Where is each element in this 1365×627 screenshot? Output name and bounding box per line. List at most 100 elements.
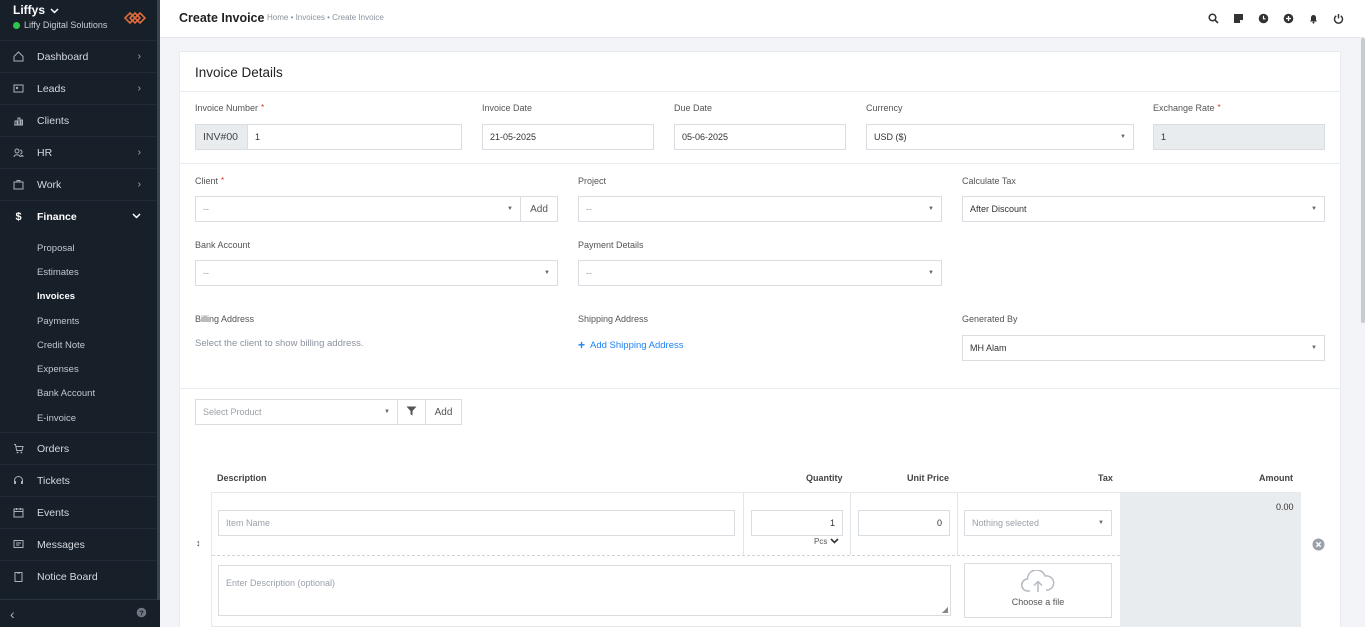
project-select[interactable]: -- ▼ bbox=[578, 196, 942, 222]
sidebar-item-label: Orders bbox=[37, 442, 70, 455]
add-circle-icon[interactable] bbox=[1282, 12, 1295, 25]
chevron-down-icon bbox=[50, 3, 59, 17]
project-value: -- bbox=[586, 204, 592, 214]
power-icon[interactable] bbox=[1332, 12, 1345, 25]
resize-handle-icon[interactable]: ◢ bbox=[942, 605, 948, 614]
add-shipping-address-text: Add Shipping Address bbox=[590, 339, 684, 351]
search-icon[interactable] bbox=[1207, 12, 1220, 25]
work-icon bbox=[13, 179, 24, 190]
chevron-right-icon: › bbox=[137, 179, 141, 190]
hr-icon bbox=[13, 147, 24, 158]
clipboard-icon bbox=[13, 571, 24, 583]
add-shipping-address-link[interactable]: + Add Shipping Address bbox=[578, 338, 684, 352]
unit-select[interactable]: Pcs bbox=[814, 537, 839, 546]
unit-price-input[interactable]: 0 bbox=[858, 510, 950, 536]
invoice-number-label: Invoice Number * bbox=[195, 103, 264, 113]
sidebar-sub-bank-account[interactable]: Bank Account bbox=[0, 382, 157, 406]
due-date-input[interactable]: 05-06-2025 bbox=[674, 124, 846, 150]
breadcrumb[interactable]: Home • Invoices • Create Invoice bbox=[267, 13, 384, 22]
client-select[interactable]: -- ▼ bbox=[195, 196, 521, 222]
sidebar-item-tickets[interactable]: Tickets bbox=[0, 464, 157, 496]
sidebar-sub-expenses[interactable]: Expenses bbox=[0, 357, 157, 381]
client-label-text: Client bbox=[195, 176, 219, 186]
sidebar-sub-estimates[interactable]: Estimates bbox=[0, 260, 157, 284]
currency-label: Currency bbox=[866, 103, 903, 113]
sidebar-scrollbar[interactable] bbox=[157, 0, 160, 600]
invoice-number-input[interactable]: 1 bbox=[247, 124, 462, 150]
sidebar-item-events[interactable]: Events bbox=[0, 496, 157, 528]
currency-select[interactable]: USD ($) ▼ bbox=[866, 124, 1134, 150]
sidebar-item-label: Tickets bbox=[37, 474, 70, 487]
card-title: Invoice Details bbox=[180, 52, 1340, 92]
brand-name: Liffys bbox=[13, 3, 46, 17]
dollar-icon: $ bbox=[15, 210, 22, 223]
sidebar-item-messages[interactable]: Messages bbox=[0, 528, 157, 560]
collapse-sidebar-icon[interactable]: ‹ bbox=[10, 606, 15, 622]
sidebar-footer: ‹ ? bbox=[0, 599, 157, 627]
header-amount: Amount bbox=[1259, 473, 1293, 483]
invoice-number-label-text: Invoice Number bbox=[195, 103, 259, 113]
tax-select[interactable]: Nothing selected ▼ bbox=[964, 510, 1112, 536]
exchange-rate-label-text: Exchange Rate bbox=[1153, 103, 1215, 113]
quantity-input[interactable]: 1 bbox=[751, 510, 843, 536]
page-scrollbar[interactable] bbox=[1361, 38, 1365, 323]
select-product-placeholder: Select Product bbox=[203, 407, 262, 417]
sidebar: Liffys Liffy Digital Solutions Dashboard… bbox=[0, 0, 160, 627]
brand[interactable]: Liffys Liffy Digital Solutions bbox=[13, 3, 107, 30]
sidebar-sub-credit-note[interactable]: Credit Note bbox=[0, 333, 157, 357]
project-label: Project bbox=[578, 176, 607, 186]
payment-details-select[interactable]: -- ▼ bbox=[578, 260, 942, 286]
sidebar-item-label: Clients bbox=[37, 114, 70, 127]
item-name-input[interactable]: Item Name bbox=[218, 510, 735, 536]
sidebar-item-dashboard[interactable]: Dashboard › bbox=[0, 40, 157, 72]
caret-down-icon: ▼ bbox=[544, 270, 550, 276]
sticky-note-icon[interactable] bbox=[1232, 12, 1245, 25]
header-description: Description bbox=[217, 473, 267, 483]
message-icon bbox=[13, 539, 24, 550]
required-marker: * bbox=[1217, 103, 1221, 112]
sidebar-sub-e-invoice[interactable]: E-invoice bbox=[0, 406, 157, 430]
add-client-button[interactable]: Add bbox=[520, 196, 558, 222]
row-divider-1 bbox=[743, 493, 744, 555]
online-status-icon bbox=[13, 21, 20, 29]
file-upload-box[interactable]: Choose a file bbox=[964, 563, 1112, 618]
filter-icon bbox=[406, 406, 417, 419]
clock-icon[interactable] bbox=[1257, 12, 1270, 25]
invoice-date-input[interactable]: 21-05-2025 bbox=[482, 124, 654, 150]
drag-handle-icon[interactable]: ↕ bbox=[196, 538, 201, 548]
select-product-select[interactable]: Select Product ▼ bbox=[195, 399, 398, 425]
sidebar-sub-payments[interactable]: Payments bbox=[0, 309, 157, 333]
client-label: Client * bbox=[195, 176, 224, 186]
sidebar-item-label: Work bbox=[37, 178, 62, 191]
sidebar-item-hr[interactable]: HR › bbox=[0, 136, 157, 168]
sidebar-item-orders[interactable]: Orders bbox=[0, 432, 157, 464]
sidebar-sub-proposal[interactable]: Proposal bbox=[0, 236, 157, 260]
generated-by-select[interactable]: MH Alam ▼ bbox=[962, 335, 1325, 361]
sidebar-item-notice-board[interactable]: Notice Board bbox=[0, 560, 157, 592]
item-description-textarea[interactable]: Enter Description (optional) ◢ bbox=[218, 565, 951, 616]
payment-details-value: -- bbox=[586, 268, 592, 278]
chevron-right-icon: › bbox=[137, 147, 141, 158]
bank-account-select[interactable]: -- ▼ bbox=[195, 260, 558, 286]
header-tax: Tax bbox=[1098, 473, 1113, 483]
help-icon[interactable]: ? bbox=[136, 607, 147, 621]
generated-by-label: Generated By bbox=[962, 314, 1018, 324]
headset-icon bbox=[13, 475, 24, 486]
add-product-button[interactable]: Add bbox=[425, 399, 462, 425]
calculate-tax-label: Calculate Tax bbox=[962, 176, 1016, 186]
sidebar-item-clients[interactable]: Clients bbox=[0, 104, 157, 136]
required-marker: * bbox=[221, 176, 225, 185]
item-name-placeholder: Item Name bbox=[226, 518, 271, 528]
filter-button[interactable] bbox=[397, 399, 426, 425]
caret-down-icon: ▼ bbox=[928, 270, 934, 276]
bell-icon[interactable] bbox=[1307, 12, 1320, 25]
sidebar-sub-invoices[interactable]: Invoices bbox=[0, 285, 157, 309]
sidebar-item-leads[interactable]: Leads › bbox=[0, 72, 157, 104]
sidebar-item-finance[interactable]: $ Finance bbox=[0, 200, 157, 232]
sidebar-item-work[interactable]: Work › bbox=[0, 168, 157, 200]
exchange-rate-input: 1 bbox=[1153, 124, 1325, 150]
remove-item-icon[interactable] bbox=[1312, 538, 1325, 554]
exchange-rate-label: Exchange Rate * bbox=[1153, 103, 1221, 113]
calculate-tax-select[interactable]: After Discount ▼ bbox=[962, 196, 1325, 222]
chevron-down-icon bbox=[132, 211, 141, 222]
